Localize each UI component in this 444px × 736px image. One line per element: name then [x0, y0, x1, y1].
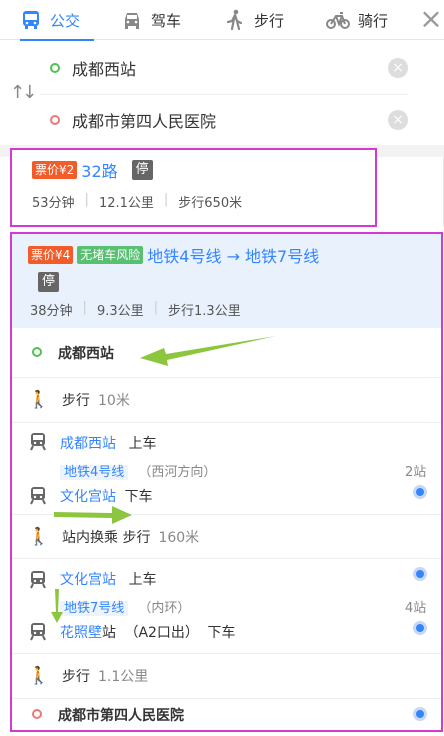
subway-icon: [28, 569, 48, 593]
plan1-distance: 12.1公里: [98, 196, 154, 211]
plan2-distance: 9.3公里: [96, 304, 144, 319]
tab-drive-label: 驾车: [151, 11, 182, 30]
plan2-route-name: 地铁4号线 → 地铁7号线: [147, 247, 320, 266]
plan1-stop-badge: 停: [131, 160, 153, 180]
line1-direction: （西河方向）: [138, 465, 217, 480]
walk-icon: [226, 9, 243, 31]
annotation-arrow-icon: [140, 336, 276, 366]
start-station: 成都西站: [58, 346, 114, 362]
tab-walk-label: 步行: [254, 11, 285, 30]
plan2-duration: 38分钟: [30, 304, 73, 319]
map-pin-icon[interactable]: [413, 567, 427, 581]
bike-icon: [326, 12, 350, 29]
plan2-walk: 步行1.3公里: [168, 304, 241, 319]
walk2-distance: 1.1公里: [98, 668, 149, 685]
destination-input[interactable]: 成都市第四人民医院: [72, 108, 388, 132]
walk-icon: 🚶: [28, 526, 50, 547]
board2-action: 上车: [128, 572, 157, 588]
step-metro1: 成都西站 上车 地铁4号线 （西河方向） 2站 文化宫站 下车: [12, 422, 441, 512]
plan1-duration: 53分钟: [32, 196, 75, 211]
step-end: 成都市第四人民医院: [12, 698, 441, 730]
line2-direction: （内环）: [138, 601, 191, 616]
map-pin-icon[interactable]: [413, 621, 427, 635]
map-pin-icon[interactable]: [413, 707, 427, 721]
plan2-risk-badge: 无堵车风险: [77, 246, 144, 264]
walk-icon: 🚶: [28, 389, 50, 410]
plan2-stop-badge: 停: [38, 272, 60, 292]
end-station: 成都市第四人民医院: [58, 707, 184, 724]
walk2-label: 步行: [62, 668, 90, 685]
walk1-label: 步行: [62, 392, 90, 409]
subway-icon: [28, 621, 48, 645]
alight2-suffix: 站: [102, 625, 116, 641]
alight2-action: 下车: [207, 625, 236, 641]
subway-icon: [28, 485, 48, 509]
step-walk2: 🚶 步行 1.1公里: [12, 653, 441, 697]
walk-icon: 🚶: [28, 665, 50, 686]
line1-name[interactable]: 地铁4号线: [60, 465, 129, 480]
step-metro2: 文化宫站 上车 地铁7号线 （内环） 4站 花照壁站 （A2口出） 下车: [12, 558, 441, 653]
plan1-price-badge: 票价¥2: [32, 161, 78, 179]
walk1-distance: 10米: [98, 392, 130, 409]
tab-bike[interactable]: 骑行: [326, 0, 388, 40]
transfer-label: 站内换乘 步行: [62, 529, 151, 546]
plan2-meta: 38分钟 | 9.3公里 | 步行1.3公里: [30, 300, 241, 319]
plan1-walk: 步行650米: [178, 196, 243, 211]
origin-dot-icon: [50, 63, 60, 73]
destination-field[interactable]: 成都市第四人民医院 ×: [40, 94, 408, 144]
plan1-meta: 53分钟 | 12.1公里 | 步行650米: [32, 192, 243, 211]
annotation-arrow-icon: [54, 506, 132, 524]
tab-walk[interactable]: 步行: [224, 0, 284, 40]
alight2-exit: （A2口出）: [124, 625, 199, 641]
transport-mode-tabs: 公交 驾车 步行 骑行: [0, 0, 444, 41]
transfer-distance: 160米: [158, 529, 200, 546]
close-icon[interactable]: ×: [419, 4, 443, 34]
plan1-card[interactable]: 票价¥2 32路 停 53分钟 | 12.1公里 | 步行650米: [10, 148, 377, 227]
line1-stop-count: 2站: [405, 465, 427, 480]
annotation-arrow-icon: [51, 589, 63, 623]
origin-field[interactable]: 成都西站 ×: [40, 43, 408, 93]
line2-name[interactable]: 地铁7号线: [60, 601, 129, 616]
alight2-station[interactable]: 花照壁: [60, 625, 102, 641]
tab-bike-label: 骑行: [358, 11, 389, 30]
plan1-route-name: 32路: [81, 162, 118, 181]
board2-station[interactable]: 文化宫站: [60, 572, 116, 588]
car-icon: [125, 13, 139, 29]
subway-icon: [28, 431, 48, 455]
start-dot-icon: [32, 347, 42, 357]
clear-origin-icon[interactable]: ×: [388, 58, 408, 78]
plan2-price-badge: 票价¥4: [28, 246, 74, 264]
destination-dot-icon: [50, 114, 60, 125]
plan2-title-row: 票价¥4 无堵车风险 地铁4号线 → 地铁7号线: [28, 243, 319, 267]
line2-stop-count: 4站: [405, 601, 427, 616]
bus-icon: [23, 11, 39, 29]
tab-drive[interactable]: 驾车: [121, 0, 181, 40]
board1-station[interactable]: 成都西站: [60, 436, 116, 452]
tab-transit[interactable]: 公交: [20, 0, 95, 41]
origin-input[interactable]: 成都西站: [72, 56, 388, 80]
clear-destination-icon[interactable]: ×: [388, 109, 408, 130]
map-pin-icon[interactable]: [413, 485, 427, 499]
tab-transit-label: 公交: [50, 11, 81, 30]
step-walk1: 🚶 步行 10米: [12, 377, 441, 421]
route-inputs: 成都西站 × 成都市第四人民医院 ×: [0, 41, 410, 145]
end-dot-icon: [32, 708, 42, 719]
board1-action: 上车: [128, 436, 157, 452]
swap-icon[interactable]: ↑↓: [10, 82, 37, 103]
